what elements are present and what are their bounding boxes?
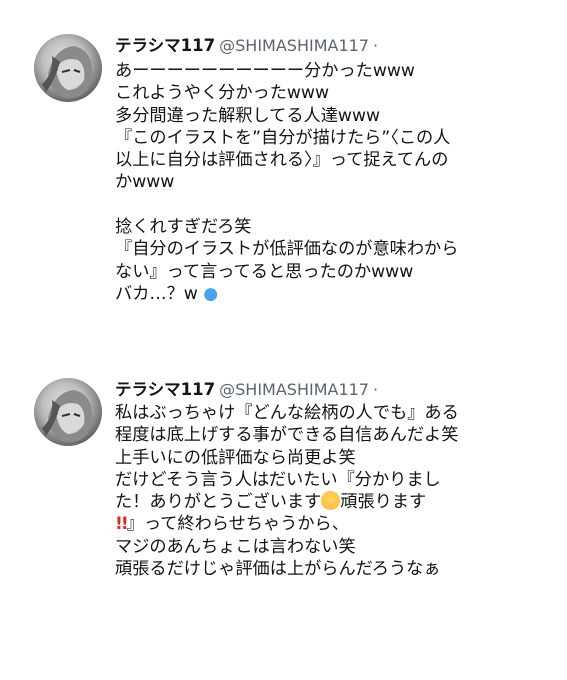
text-line: バカ…？w bbox=[115, 283, 198, 304]
tweet-1: テラシマ117 @SHIMASHIMA117 · あーーーーーーーーーー分かったww… bbox=[0, 0, 567, 362]
text-line: た！ありがとうございます bbox=[115, 492, 322, 513]
user-handle[interactable]: @SHIMASHIMA117 bbox=[219, 380, 369, 399]
text-line: 上手いにの低評価なら尚更よ笑 bbox=[115, 447, 356, 468]
text-line: 多分間違った解釈してる人達www bbox=[115, 105, 381, 126]
tweet-text: 私はぶっちゃけ『どんな絵柄の人でも』ある 程度は底上げする事ができる自信あんだよ… bbox=[115, 402, 459, 580]
text-line: 捻くれすぎだろ笑 bbox=[115, 217, 252, 238]
text-line: 『自分のイラストが低評価なのが意味わから bbox=[115, 239, 459, 260]
text-line: 私はぶっちゃけ『どんな絵柄の人でも』ある bbox=[115, 403, 459, 423]
avatar[interactable] bbox=[34, 378, 102, 446]
text-line: だけどそう言う人はだいたい『分かりまし bbox=[115, 469, 441, 490]
text-line: 頑張るだけじゃ評価は上がらんだろうなぁ bbox=[115, 559, 441, 580]
double-exclamation-emoji-icon: !! bbox=[115, 514, 129, 535]
tweet-2: テラシマ117 @SHIMASHIMA117 · 私はぶっちゃけ『どんな絵柄の人でも… bbox=[0, 362, 567, 680]
droplet-emoji-icon: ● bbox=[203, 283, 219, 304]
avatar-illustration-icon bbox=[42, 390, 92, 443]
text-line: ない』って言ってると思ったのかwww bbox=[115, 261, 414, 282]
separator-dot: · bbox=[372, 380, 379, 399]
text-line: かwww bbox=[115, 172, 175, 193]
separator-dot: · bbox=[372, 36, 379, 55]
text-line: 『このイラストを”自分が描けたら”〈この人 bbox=[115, 127, 451, 148]
avatar-illustration-icon bbox=[42, 46, 92, 99]
text-line: 以上に自分は評価される〉』って捉えてんの bbox=[115, 150, 449, 171]
user-name[interactable]: テラシマ117 bbox=[115, 36, 215, 55]
user-name[interactable]: テラシマ117 bbox=[115, 380, 215, 399]
hugging-face-emoji-icon bbox=[321, 491, 341, 511]
avatar[interactable] bbox=[34, 34, 102, 102]
tweet-header: テラシマ117 @SHIMASHIMA117 · bbox=[115, 32, 379, 55]
tweet-text: あーーーーーーーーーー分かったwww これようやく分かったwww 多分間違った解… bbox=[115, 60, 458, 305]
user-handle[interactable]: @SHIMASHIMA117 bbox=[219, 36, 369, 55]
text-line: あーーーーーーーーーー分かったwww bbox=[115, 61, 415, 81]
text-line: 』って終わらせちゃうから、 bbox=[126, 514, 349, 535]
text-line: これようやく分かったwww bbox=[115, 83, 330, 104]
tweet-header: テラシマ117 @SHIMASHIMA117 · bbox=[115, 376, 379, 399]
text-line: 程度は底上げする事ができる自信あんだよ笑 bbox=[115, 425, 459, 446]
text-line: 頑張ります bbox=[340, 492, 427, 513]
text-line: マジのあんちょこは言わない笑 bbox=[115, 536, 356, 557]
